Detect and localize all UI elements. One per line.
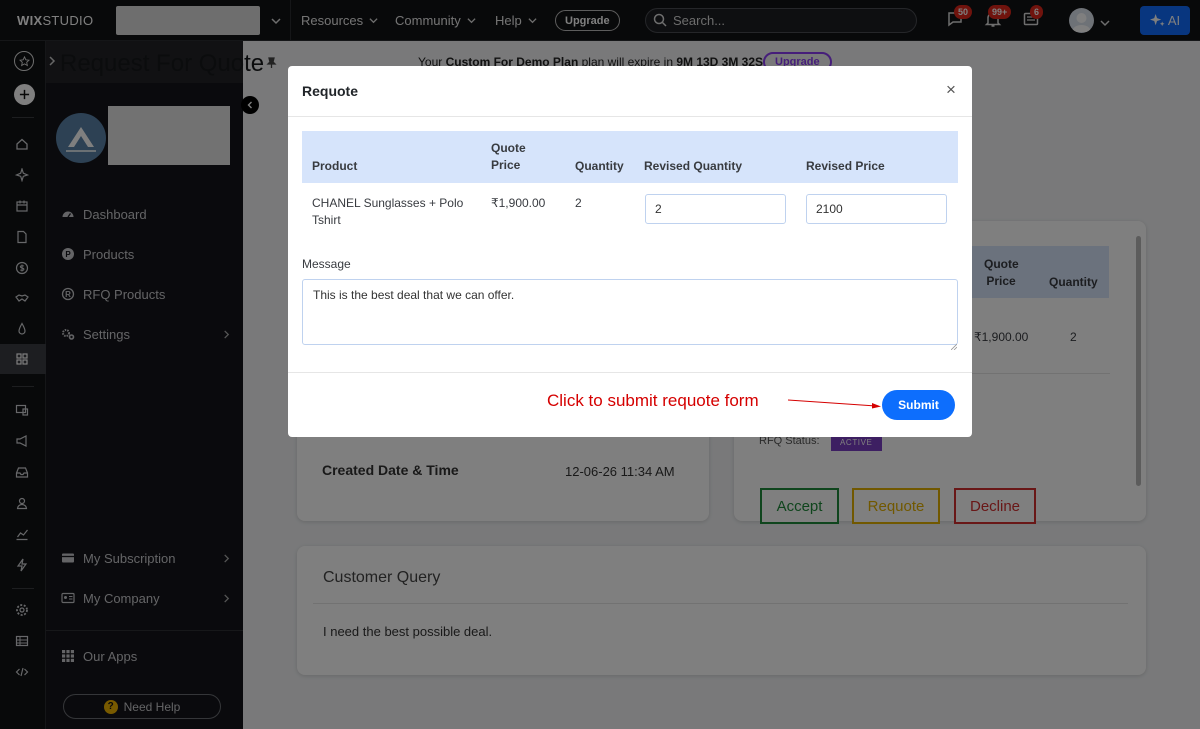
cell-quantity: 2 <box>575 196 582 210</box>
header-revised-price: Revised Price <box>806 159 885 173</box>
header-quantity: Quantity <box>575 159 624 173</box>
divider <box>288 372 972 373</box>
submit-button[interactable]: Submit <box>882 390 955 420</box>
cell-product: CHANEL Sunglasses + Polo Tshirt <box>312 196 464 227</box>
revised-quantity-input[interactable]: 2 <box>645 194 786 224</box>
requote-table-header <box>302 131 958 183</box>
header-product: Product <box>312 159 358 173</box>
resize-handle-icon[interactable] <box>950 337 958 351</box>
annotation-arrow-icon <box>787 396 883 410</box>
message-label: Message <box>302 257 351 271</box>
cell-quote-price: ₹1,900.00 <box>491 196 546 210</box>
header-quote-price: Quote Price <box>491 141 526 172</box>
annotation-text: Click to submit requote form <box>547 391 759 410</box>
modal-title: Requote <box>302 83 358 99</box>
divider <box>288 116 972 117</box>
revised-price-input[interactable]: 2100 <box>806 194 947 224</box>
close-icon[interactable]: × <box>943 81 959 98</box>
message-textarea[interactable]: This is the best deal that we can offer. <box>302 279 958 345</box>
header-revised-quantity: Revised Quantity <box>644 159 743 173</box>
requote-modal: Requote × Product Quote Price Quantity R… <box>288 66 972 437</box>
